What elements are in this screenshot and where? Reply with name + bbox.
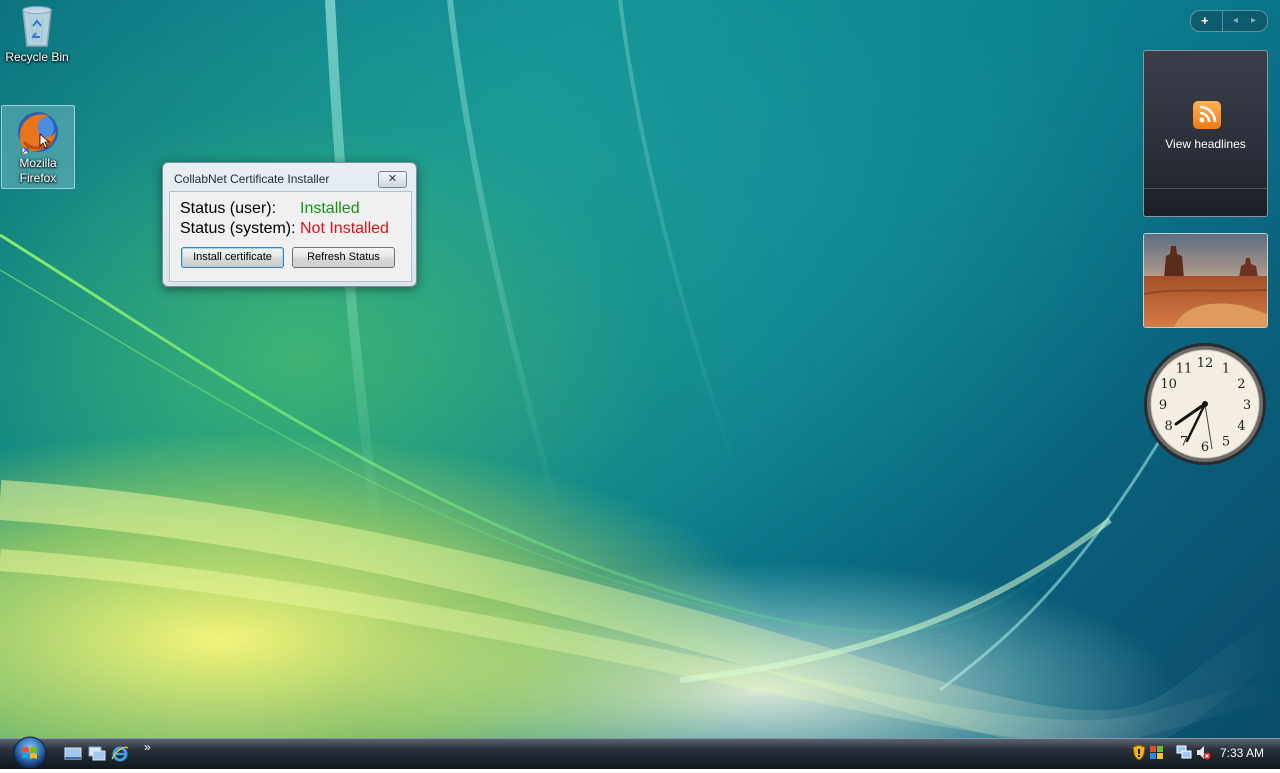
sidebar-controls: + ◂ ▸ [1190,10,1268,32]
certificate-installer-dialog[interactable]: CollabNet Certificate Installer ✕ Status… [162,162,417,287]
quick-launch-overflow-button[interactable]: » [144,740,151,754]
status-system-value: Not Installed [300,220,389,237]
refresh-status-button[interactable]: Refresh Status [292,247,395,268]
status-user-label: Status (user): [180,200,277,217]
firefox-desktop-icon[interactable]: Mozilla Firefox [1,105,75,189]
start-button[interactable] [9,736,51,770]
dialog-title: CollabNet Certificate Installer [174,172,330,186]
status-system-label: Status (system): [180,220,296,237]
internet-explorer-icon[interactable] [111,745,129,763]
gadget-divider [1144,188,1267,189]
switch-windows-icon[interactable] [88,746,106,761]
previous-gadget-page-button[interactable]: ◂ [1233,12,1238,30]
show-desktop-icon[interactable] [64,746,82,761]
view-headlines-link[interactable]: View headlines [1144,137,1267,151]
security-shield-icon[interactable] [1132,744,1146,761]
clock-numeral: 9 [1159,398,1167,413]
rss-feed-icon [1193,101,1221,129]
windows-update-icon[interactable] [1149,744,1165,761]
desktop[interactable]: Recycle Bin Mozilla Firefox CollabNet Ce… [0,0,1280,768]
dialog-body: Status (user): Installed Status (system)… [169,191,412,282]
clock-numeral: 10 [1160,377,1177,392]
status-system-row: Status (system): Not Installed [180,220,389,238]
taskbar-clock[interactable]: 7:33 AM [1220,746,1264,760]
clock-numeral: 6 [1201,440,1209,455]
firefox-label-line2: Firefox [19,171,57,185]
clock-numeral: 2 [1237,377,1245,392]
sidebar-divider [1222,11,1223,31]
close-icon: ✕ [387,173,398,185]
close-button[interactable]: ✕ [378,171,407,188]
slideshow-gadget[interactable] [1143,233,1268,328]
taskbar[interactable]: » 7:33 AM [0,738,1280,769]
next-gadget-page-button[interactable]: ▸ [1251,12,1256,30]
firefox-icon [14,108,62,156]
recycle-bin-desktop-icon[interactable]: Recycle Bin [1,2,73,65]
status-user-row: Status (user): Installed [180,200,360,218]
clock-numeral: 11 [1176,362,1193,377]
add-gadget-button[interactable]: + [1201,12,1209,30]
clock-numeral: 12 [1197,356,1214,371]
status-user-value: Installed [300,200,360,217]
clock-numeral: 8 [1164,419,1172,434]
clock-numeral: 1 [1222,362,1230,377]
volume-muted-icon[interactable] [1195,744,1211,761]
windows-logo-icon [13,736,47,770]
clock-numeral: 4 [1237,419,1245,434]
monument-valley-photo [1144,234,1267,327]
recycle-bin-icon [17,2,57,50]
recycle-bin-label: Recycle Bin [5,50,69,64]
network-icon[interactable] [1176,744,1192,761]
clock-numeral: 5 [1222,434,1230,449]
install-certificate-button[interactable]: Install certificate [181,247,284,268]
firefox-label-line1: Mozilla [19,156,57,170]
analog-clock-face: 12 1234567891011 [1144,343,1266,465]
feed-headlines-gadget[interactable]: View headlines [1143,50,1268,217]
clock-gadget[interactable]: 12 1 2 3 4 5 6 7 8 9 10 11 [1142,341,1268,467]
clock-numeral: 3 [1243,398,1251,413]
wallpaper-swirl [0,0,1280,740]
